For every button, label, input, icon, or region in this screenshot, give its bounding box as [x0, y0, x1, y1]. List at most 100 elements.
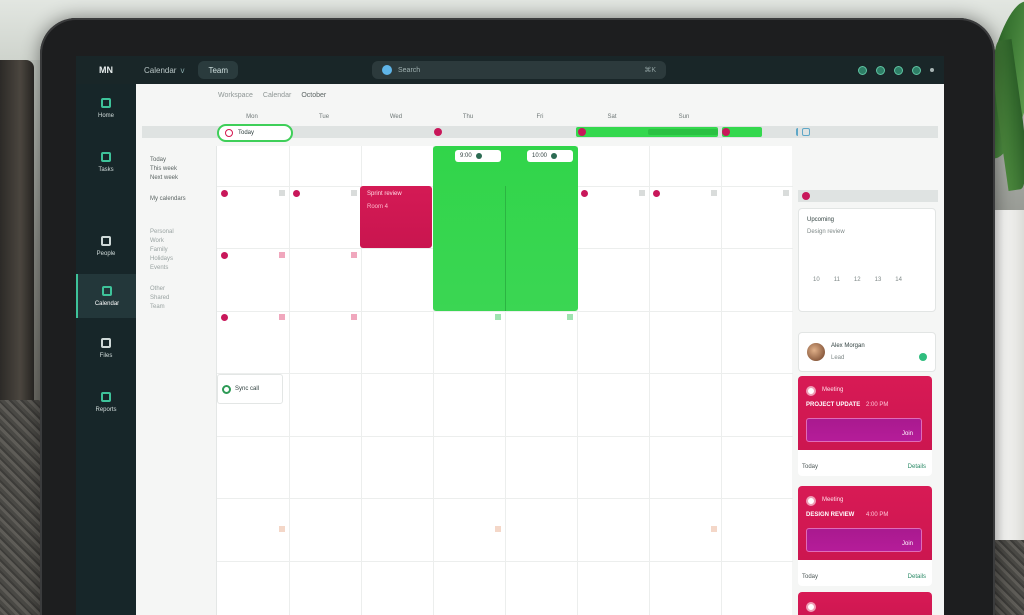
card-meta: 13 [874, 277, 882, 283]
list-item[interactable]: Today [142, 156, 212, 165]
sidebar-item-files[interactable]: Files [76, 326, 136, 370]
meeting-card-header [798, 592, 932, 615]
tasks-icon [101, 151, 111, 162]
meeting-card-partial[interactable] [798, 592, 932, 615]
grid-line [217, 373, 793, 374]
list-item[interactable]: Holidays [142, 255, 212, 264]
list-item[interactable]: Family [142, 246, 212, 255]
slot-tag-icon [279, 252, 285, 258]
event-time-pill[interactable]: 9:00 [455, 150, 501, 162]
join-button[interactable]: Join [806, 528, 922, 552]
join-label: Join [901, 541, 913, 547]
breadcrumb: Workspace Calendar October [218, 92, 326, 99]
top-icons [858, 56, 934, 84]
today-icon [225, 129, 233, 137]
person-card[interactable]: Alex Morgan Lead [798, 332, 936, 372]
event-time-pill[interactable]: 10:00 [527, 150, 573, 162]
panel-header [798, 126, 938, 138]
column-header-mon[interactable]: Mon [216, 112, 288, 122]
list-item[interactable]: Team [142, 303, 212, 312]
calendar-event-green[interactable]: 9:00 10:00 [433, 146, 578, 311]
app-name[interactable]: Calendar [144, 66, 176, 75]
calendar-event-red[interactable]: Sprint review Room 4 [360, 186, 432, 248]
list-item[interactable]: This week [142, 165, 212, 174]
calendar-event-chip[interactable]: Sync call [217, 374, 283, 404]
right-panel: Upcoming Design review 10 11 12 13 14 Al… [798, 126, 944, 615]
breadcrumb-item[interactable]: Calendar [263, 92, 291, 99]
sidebar-item-people[interactable]: People [76, 224, 136, 268]
side-list: Today This week Next week My calendars P… [142, 142, 212, 312]
card-title: Upcoming [807, 217, 835, 223]
slot-marker-icon [581, 190, 588, 197]
list-item[interactable]: Events [142, 264, 212, 273]
list-item[interactable]: Work [142, 237, 212, 246]
slot-marker-icon [221, 190, 228, 197]
search-input[interactable]: Search ⌘K [372, 61, 666, 79]
sidebar-item-home[interactable]: Home [76, 86, 136, 130]
meeting-card-header: Meeting PROJECT UPDATE 2:00 PM Join [798, 376, 932, 450]
slot-tag-icon [711, 190, 717, 196]
sidebar-item-reports[interactable]: Reports [76, 380, 136, 424]
sidebar-item-tasks[interactable]: Tasks [76, 140, 136, 184]
today-label: Today [238, 130, 255, 136]
panel-icon [802, 128, 810, 136]
today-button[interactable]: Today [217, 124, 293, 142]
meeting-title: Meeting [822, 497, 844, 503]
column-header-fri[interactable]: Fri [504, 112, 576, 122]
files-icon [101, 337, 111, 348]
sidebar-item-calendar[interactable]: Calendar [76, 274, 136, 318]
app-logo[interactable]: MN [76, 56, 136, 84]
workspace-button[interactable]: Team [198, 61, 239, 79]
event-title: Sync call [235, 386, 260, 392]
search-shortcut: ⌘K [644, 67, 656, 74]
search-placeholder: Search [398, 66, 421, 74]
online-status-icon [919, 353, 927, 361]
more-icon[interactable] [930, 68, 934, 72]
join-button[interactable]: Join [806, 418, 922, 442]
slot-tag-icon [495, 526, 501, 532]
card-meta: 11 [833, 277, 840, 283]
help-icon[interactable] [876, 65, 885, 75]
card-meta: 10 [813, 277, 820, 283]
event-time-label: 10:00 [532, 153, 548, 159]
profile-icon[interactable] [912, 65, 921, 75]
meeting-icon [806, 496, 816, 506]
column-header-tue[interactable]: Tue [288, 112, 360, 122]
notifications-icon[interactable] [858, 65, 867, 75]
settings-icon[interactable] [894, 65, 903, 75]
avatar [807, 343, 825, 361]
calendar-grid: 9:00 10:00 Sprint review Room 4 Sync cal… [216, 146, 793, 615]
column-header-sun[interactable]: Sun [648, 112, 720, 122]
list-item[interactable]: Next week [142, 174, 212, 183]
list-item[interactable]: Other [142, 285, 212, 294]
event-title: Sprint review [367, 191, 402, 197]
meeting-icon [806, 386, 816, 396]
allday-event-bar-2[interactable] [648, 129, 718, 135]
grid-line [217, 311, 793, 312]
upcoming-card[interactable]: Upcoming Design review 10 11 12 13 14 [798, 208, 936, 312]
column-header-wed[interactable]: Wed [360, 112, 432, 122]
list-item[interactable]: Personal [142, 228, 212, 237]
breadcrumb-item[interactable]: Workspace [218, 92, 253, 99]
column-header [136, 112, 216, 122]
person-name: Alex Morgan [831, 343, 865, 349]
meeting-footer: Today [802, 464, 819, 470]
grid-line [217, 498, 793, 499]
meeting-card[interactable]: Meeting DESIGN REVIEW 4:00 PM Join Today… [798, 486, 932, 586]
meeting-details-link[interactable]: Details [908, 574, 926, 580]
meeting-label: DESIGN REVIEW [806, 512, 855, 518]
event-subtitle: Room 4 [367, 204, 389, 210]
meeting-details-link[interactable]: Details [908, 464, 926, 470]
column-header-thu[interactable]: Thu [432, 112, 504, 122]
sidebar-item-label: Calendar [94, 300, 120, 307]
list-item[interactable]: Shared [142, 294, 212, 303]
person-role: Lead [831, 355, 845, 361]
grid-line [217, 436, 793, 437]
event-status-icon [222, 384, 231, 394]
column-header-sat[interactable]: Sat [576, 112, 648, 122]
slot-marker-icon [653, 190, 660, 197]
search-icon [382, 65, 392, 75]
meeting-card[interactable]: Meeting PROJECT UPDATE 2:00 PM Join Toda… [798, 376, 932, 476]
chevron-down-icon[interactable]: v [180, 66, 184, 75]
slot-tag-icon [351, 314, 357, 320]
